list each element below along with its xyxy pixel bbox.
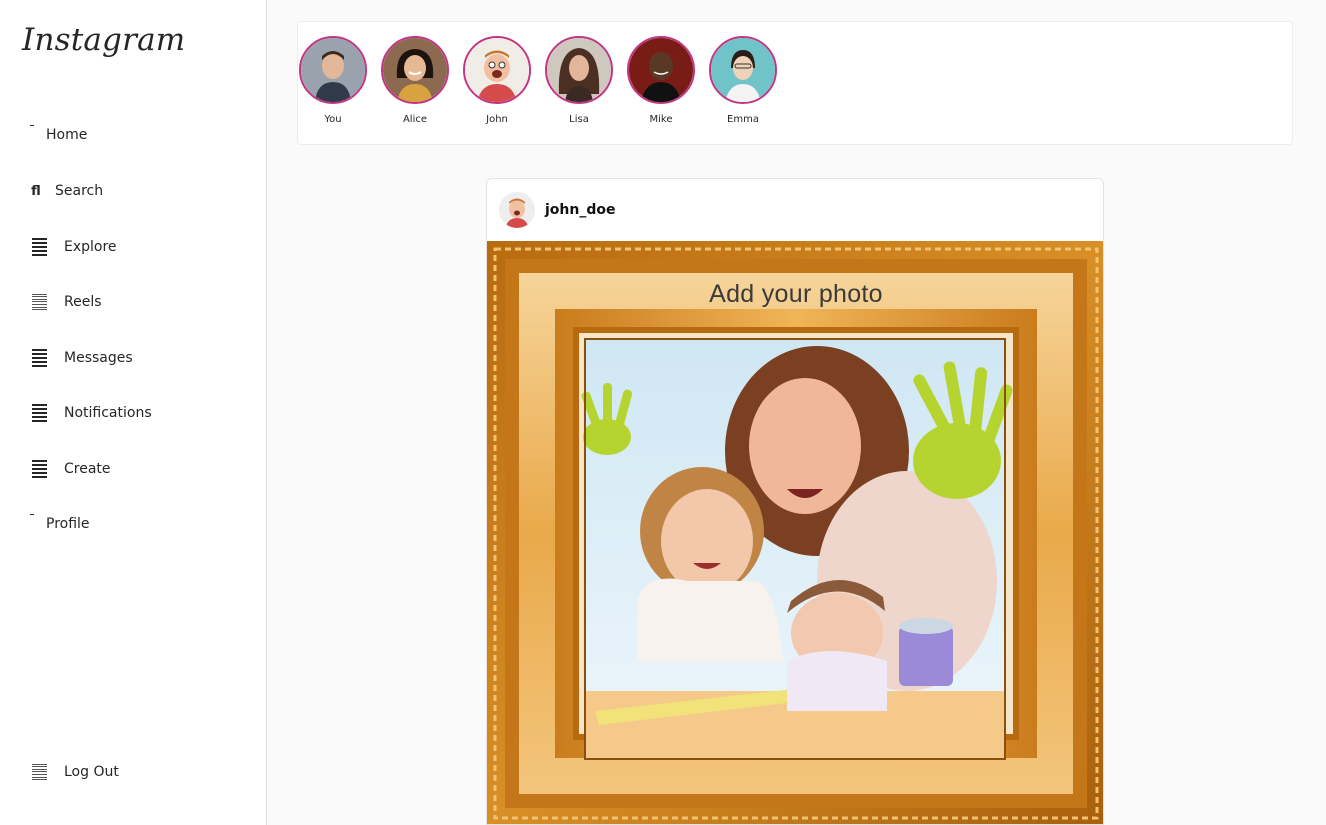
sidebar-item-home[interactable]: Home: [30, 120, 87, 150]
explore-icon: [30, 238, 48, 256]
story-item[interactable]: Emma: [708, 36, 778, 136]
post-avatar[interactable]: [499, 192, 535, 228]
story-name: Emma: [727, 114, 759, 125]
sidebar: Instagram Home fl Search Explore Reels M…: [0, 0, 267, 825]
story-item[interactable]: You: [298, 36, 368, 136]
story-name: Lisa: [569, 114, 589, 125]
story-avatar: [381, 36, 449, 104]
notifications-icon: [30, 404, 48, 422]
sidebar-item-label: Reels: [64, 294, 102, 310]
story-name: You: [324, 114, 342, 125]
sidebar-item-explore[interactable]: Explore: [30, 232, 117, 262]
home-icon: [30, 128, 34, 142]
post-image[interactable]: Add your photo: [487, 241, 1103, 824]
story-item[interactable]: Alice: [380, 36, 450, 136]
logout-button[interactable]: Log Out: [30, 757, 119, 787]
logout-label: Log Out: [64, 764, 119, 780]
sidebar-item-label: Explore: [64, 239, 117, 255]
sidebar-item-label: Home: [46, 127, 88, 143]
profile-icon: [30, 517, 34, 531]
search-icon: fl: [31, 183, 41, 199]
sidebar-item-reels[interactable]: Reels: [30, 287, 102, 317]
instagram-logo[interactable]: Instagram: [22, 22, 185, 58]
frame-caption: Add your photo: [709, 280, 883, 308]
story-name: Alice: [402, 114, 428, 125]
story-avatar: [299, 36, 367, 104]
stories-bar: You Alice John Lisa Mike Emma: [297, 21, 1293, 145]
messages-icon: [30, 349, 48, 367]
story-item[interactable]: John: [462, 36, 532, 136]
story-avatar: [627, 36, 695, 104]
logout-icon: [30, 763, 48, 781]
story-avatar: [709, 36, 777, 104]
create-icon: [30, 460, 48, 478]
post-header: john_doe: [487, 179, 1103, 241]
post-username[interactable]: john_doe: [545, 202, 616, 218]
sidebar-item-label: Profile: [46, 516, 90, 532]
reels-icon: [30, 293, 48, 311]
sidebar-item-search[interactable]: fl Search: [30, 176, 103, 206]
sidebar-item-create[interactable]: Create: [30, 454, 111, 484]
story-item[interactable]: Mike: [626, 36, 696, 136]
story-item[interactable]: Lisa: [544, 36, 614, 136]
sidebar-item-label: Notifications: [64, 405, 152, 421]
story-name: John: [486, 114, 508, 125]
sidebar-item-label: Messages: [64, 350, 133, 366]
sidebar-item-profile[interactable]: Profile: [30, 509, 90, 539]
sidebar-item-notifications[interactable]: Notifications: [30, 398, 152, 428]
sidebar-item-messages[interactable]: Messages: [30, 343, 133, 373]
feed-post: john_doe Add your photo: [486, 178, 1104, 825]
sidebar-item-label: Create: [64, 461, 111, 477]
story-name: Mike: [649, 114, 673, 125]
story-avatar: [545, 36, 613, 104]
sidebar-item-label: Search: [55, 183, 104, 199]
story-avatar: [463, 36, 531, 104]
